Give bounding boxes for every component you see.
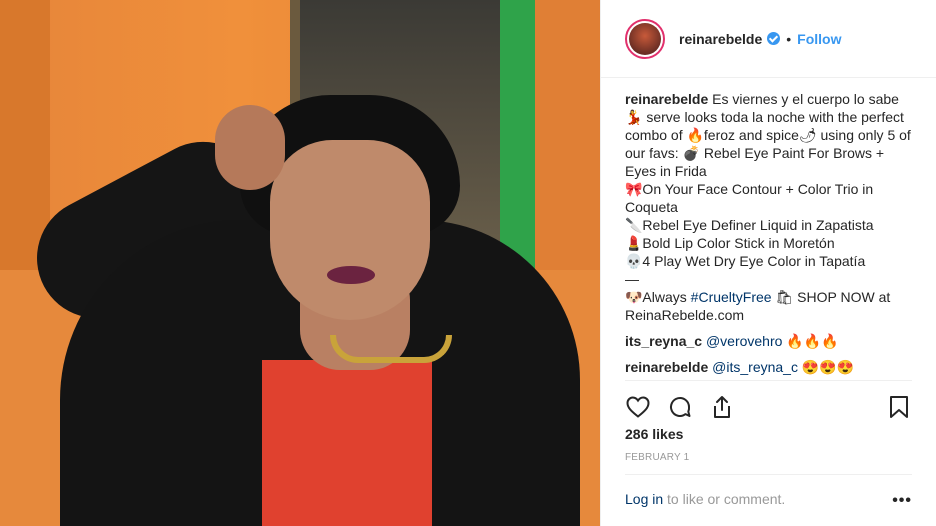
photo-necklace bbox=[330, 335, 452, 363]
likes-count[interactable]: 286 likes bbox=[625, 426, 683, 442]
login-prompt: Log in to like or comment. bbox=[625, 491, 785, 507]
caption-text: Es viernes y el cuerpo lo sabe 💃 serve l… bbox=[625, 91, 911, 305]
header-username[interactable]: reinarebelde bbox=[679, 31, 762, 47]
caption-hashtag[interactable]: #CrueltyFree bbox=[691, 289, 772, 305]
follow-button[interactable]: Follow bbox=[797, 31, 841, 47]
more-options-icon[interactable]: ••• bbox=[892, 492, 912, 510]
post-header: reinarebelde • Follow bbox=[601, 0, 936, 78]
caption-username[interactable]: reinarebelde bbox=[625, 91, 708, 107]
post-photo[interactable] bbox=[0, 0, 600, 526]
post-side-panel: reinarebelde • Follow reinarebelde Es vi… bbox=[600, 0, 936, 526]
photo-green-panel bbox=[500, 0, 540, 270]
photo-dress bbox=[262, 360, 432, 526]
login-divider bbox=[625, 474, 912, 475]
comment-item: its_reyna_c @verovehro 🔥🔥🔥 bbox=[625, 332, 915, 350]
instagram-post: reinarebelde • Follow reinarebelde Es vi… bbox=[0, 0, 936, 526]
avatar-image bbox=[629, 22, 661, 55]
comment-username[interactable]: its_reyna_c bbox=[625, 333, 702, 349]
photo-lips bbox=[327, 266, 375, 284]
post-date[interactable]: FEBRUARY 1 bbox=[625, 452, 689, 463]
separator-dot: • bbox=[786, 30, 792, 47]
verified-badge-icon bbox=[767, 32, 781, 45]
login-link[interactable]: Log in bbox=[625, 491, 663, 507]
login-text: to like or comment. bbox=[663, 491, 786, 507]
comment-mention[interactable]: @verovehro bbox=[706, 333, 782, 349]
comment-mention[interactable]: @its_reyna_c bbox=[712, 359, 798, 375]
profile-avatar[interactable] bbox=[625, 18, 665, 59]
heart-icon[interactable] bbox=[625, 394, 651, 420]
comment-icon[interactable] bbox=[667, 394, 693, 420]
photo-hand bbox=[215, 105, 285, 190]
photo-face bbox=[270, 140, 430, 320]
comment-text: 🔥🔥🔥 bbox=[782, 333, 839, 349]
comments-list[interactable]: reinarebelde Es viernes y el cuerpo lo s… bbox=[625, 90, 915, 378]
bookmark-icon[interactable] bbox=[886, 394, 912, 420]
post-actions bbox=[625, 392, 912, 422]
post-caption: reinarebelde Es viernes y el cuerpo lo s… bbox=[625, 90, 915, 324]
share-icon[interactable] bbox=[709, 394, 735, 420]
actions-divider bbox=[625, 380, 912, 381]
comment-item: reinarebelde @its_reyna_c 😍😍😍 bbox=[625, 358, 915, 376]
comment-username[interactable]: reinarebelde bbox=[625, 359, 708, 375]
comment-text: 😍😍😍 bbox=[797, 359, 855, 375]
